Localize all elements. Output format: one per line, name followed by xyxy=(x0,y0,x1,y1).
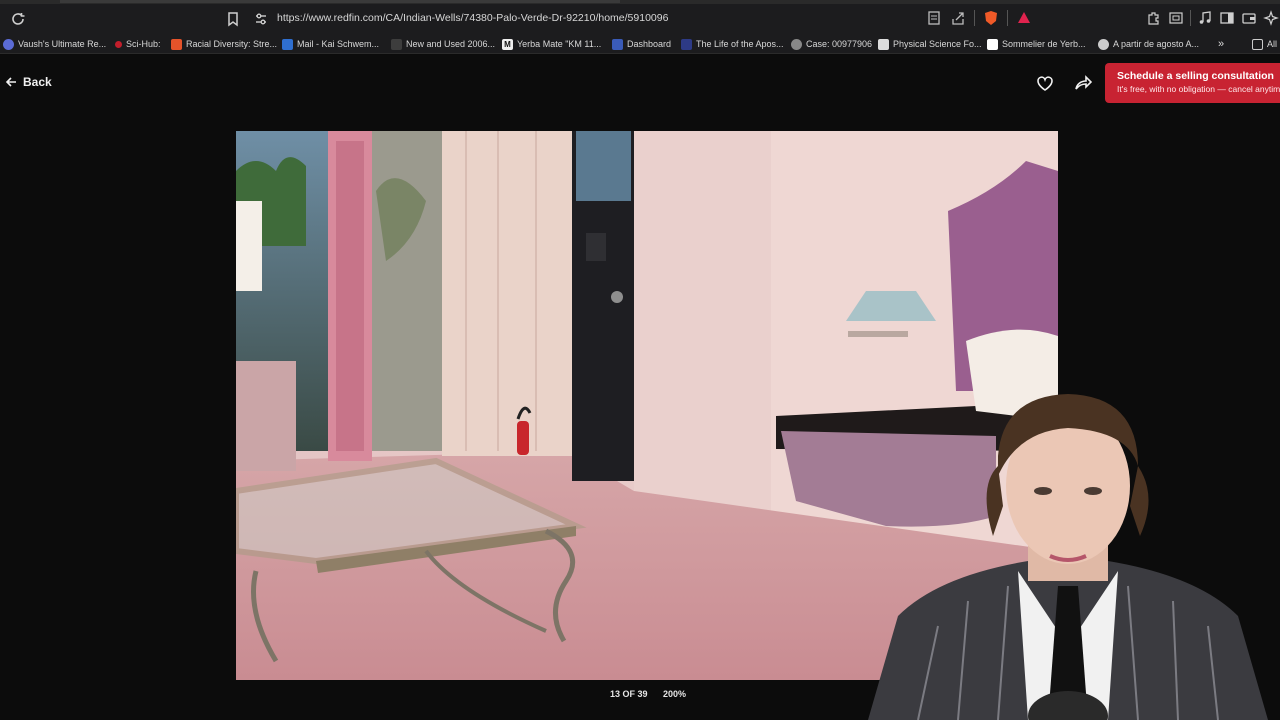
favicon-icon xyxy=(791,38,802,50)
back-label: Back xyxy=(23,75,52,89)
leo-ai-icon[interactable] xyxy=(1263,10,1279,26)
zoom-level: 200% xyxy=(663,689,687,699)
bookmark-label: Yerba Mate "KM 11... xyxy=(517,39,602,49)
favicon-icon xyxy=(878,38,889,50)
photo-counter: 13 OF 39 xyxy=(610,689,648,699)
bookmark-icon[interactable] xyxy=(226,11,240,27)
chevrons-right-icon: » xyxy=(1218,38,1225,50)
share-icon[interactable] xyxy=(1074,75,1092,92)
favicon-icon xyxy=(115,40,122,48)
favorite-heart-icon[interactable] xyxy=(1036,75,1054,92)
folder-icon xyxy=(1252,38,1263,50)
favicon-icon xyxy=(3,38,14,50)
toolbar-separator xyxy=(974,10,975,26)
bookmark-item[interactable]: A partir de agosto A... xyxy=(1098,37,1199,51)
bookmark-item[interactable]: Physical Science Fo... xyxy=(878,37,982,51)
bookmark-label: Racial Diversity: Stre... xyxy=(186,39,278,49)
back-button[interactable]: Back xyxy=(5,75,52,89)
bookmark-item[interactable]: M Yerba Mate "KM 11... xyxy=(502,37,601,51)
bookmark-item[interactable]: New and Used 2006... xyxy=(391,37,495,51)
bookmark-item[interactable]: Vaush's Ultimate Re... xyxy=(3,37,106,51)
bookmark-item[interactable]: All xyxy=(1252,37,1277,51)
schedule-consultation-button[interactable]: Schedule a selling consultation It's fre… xyxy=(1105,63,1280,103)
bookmark-label: Case: 00977906 xyxy=(806,39,873,49)
bookmarks-overflow-button[interactable]: » xyxy=(1218,37,1224,51)
arrow-left-icon xyxy=(5,77,16,87)
cta-subtitle: It's free, with no obligation — cancel a… xyxy=(1117,84,1280,94)
bookmark-label: New and Used 2006... xyxy=(406,39,496,49)
share-page-icon[interactable] xyxy=(950,10,966,26)
bookmark-item[interactable]: Case: 00977906 xyxy=(791,37,872,51)
bookmark-item[interactable]: Mail - Kai Schwem... xyxy=(282,37,379,51)
bookmark-item[interactable]: Dashboard xyxy=(612,37,671,51)
favicon-icon xyxy=(282,38,293,50)
favicon-icon xyxy=(391,38,402,50)
cta-title: Schedule a selling consultation xyxy=(1117,70,1274,82)
address-bar-url[interactable]: https://www.redfin.com/CA/Indian-Wells/7… xyxy=(277,12,668,24)
bookmark-label: Dashboard xyxy=(627,39,672,49)
webcam-overlay xyxy=(858,386,1280,720)
site-settings-icon[interactable] xyxy=(254,11,268,27)
favicon-icon xyxy=(171,38,182,50)
sidebar-icon[interactable] xyxy=(1219,10,1235,26)
address-bar-actions xyxy=(926,10,1032,26)
bookmark-label: All xyxy=(1267,39,1278,49)
favicon-icon xyxy=(681,38,692,50)
favicon-icon xyxy=(612,38,623,50)
bookmark-label: Mail - Kai Schwem... xyxy=(297,39,380,49)
bookmark-item[interactable]: The Life of the Apos... xyxy=(681,37,784,51)
bookmark-item[interactable]: Sommelier de Yerb... xyxy=(987,37,1086,51)
bookmark-label: Sci-Hub: xyxy=(126,39,161,49)
bookmark-label: Physical Science Fo... xyxy=(893,39,982,49)
bookmark-label: Vaush's Ultimate Re... xyxy=(18,39,107,49)
brave-shields-icon[interactable] xyxy=(983,10,999,26)
reload-icon[interactable] xyxy=(10,11,26,27)
favicon-icon xyxy=(987,38,998,50)
bookmarks-bar: Vaush's Ultimate Re... Sci-Hub: Racial D… xyxy=(0,34,1280,54)
browser-right-actions xyxy=(1146,10,1279,26)
screenshot-icon[interactable] xyxy=(1168,10,1184,26)
favicon-icon: M xyxy=(502,38,513,50)
brave-rewards-icon[interactable] xyxy=(1016,10,1032,26)
bookmark-label: The Life of the Apos... xyxy=(696,39,784,49)
extensions-icon[interactable] xyxy=(1146,10,1162,26)
bookmark-label: Sommelier de Yerb... xyxy=(1002,39,1086,49)
browser-toolbar: https://www.redfin.com/CA/Indian-Wells/7… xyxy=(0,4,1280,34)
media-icon[interactable] xyxy=(1197,10,1213,26)
favicon-icon xyxy=(1098,38,1109,50)
reader-mode-icon[interactable] xyxy=(926,10,942,26)
bookmark-label: A partir de agosto A... xyxy=(1113,39,1200,49)
toolbar-separator xyxy=(1007,10,1008,26)
toolbar-separator xyxy=(1190,10,1191,26)
wallet-icon[interactable] xyxy=(1241,10,1257,26)
active-tab-strip[interactable] xyxy=(60,0,620,3)
bookmark-item[interactable]: Racial Diversity: Stre... xyxy=(171,37,277,51)
bookmark-item[interactable]: Sci-Hub: xyxy=(115,37,161,51)
streamer-webcam-image xyxy=(868,394,1268,720)
